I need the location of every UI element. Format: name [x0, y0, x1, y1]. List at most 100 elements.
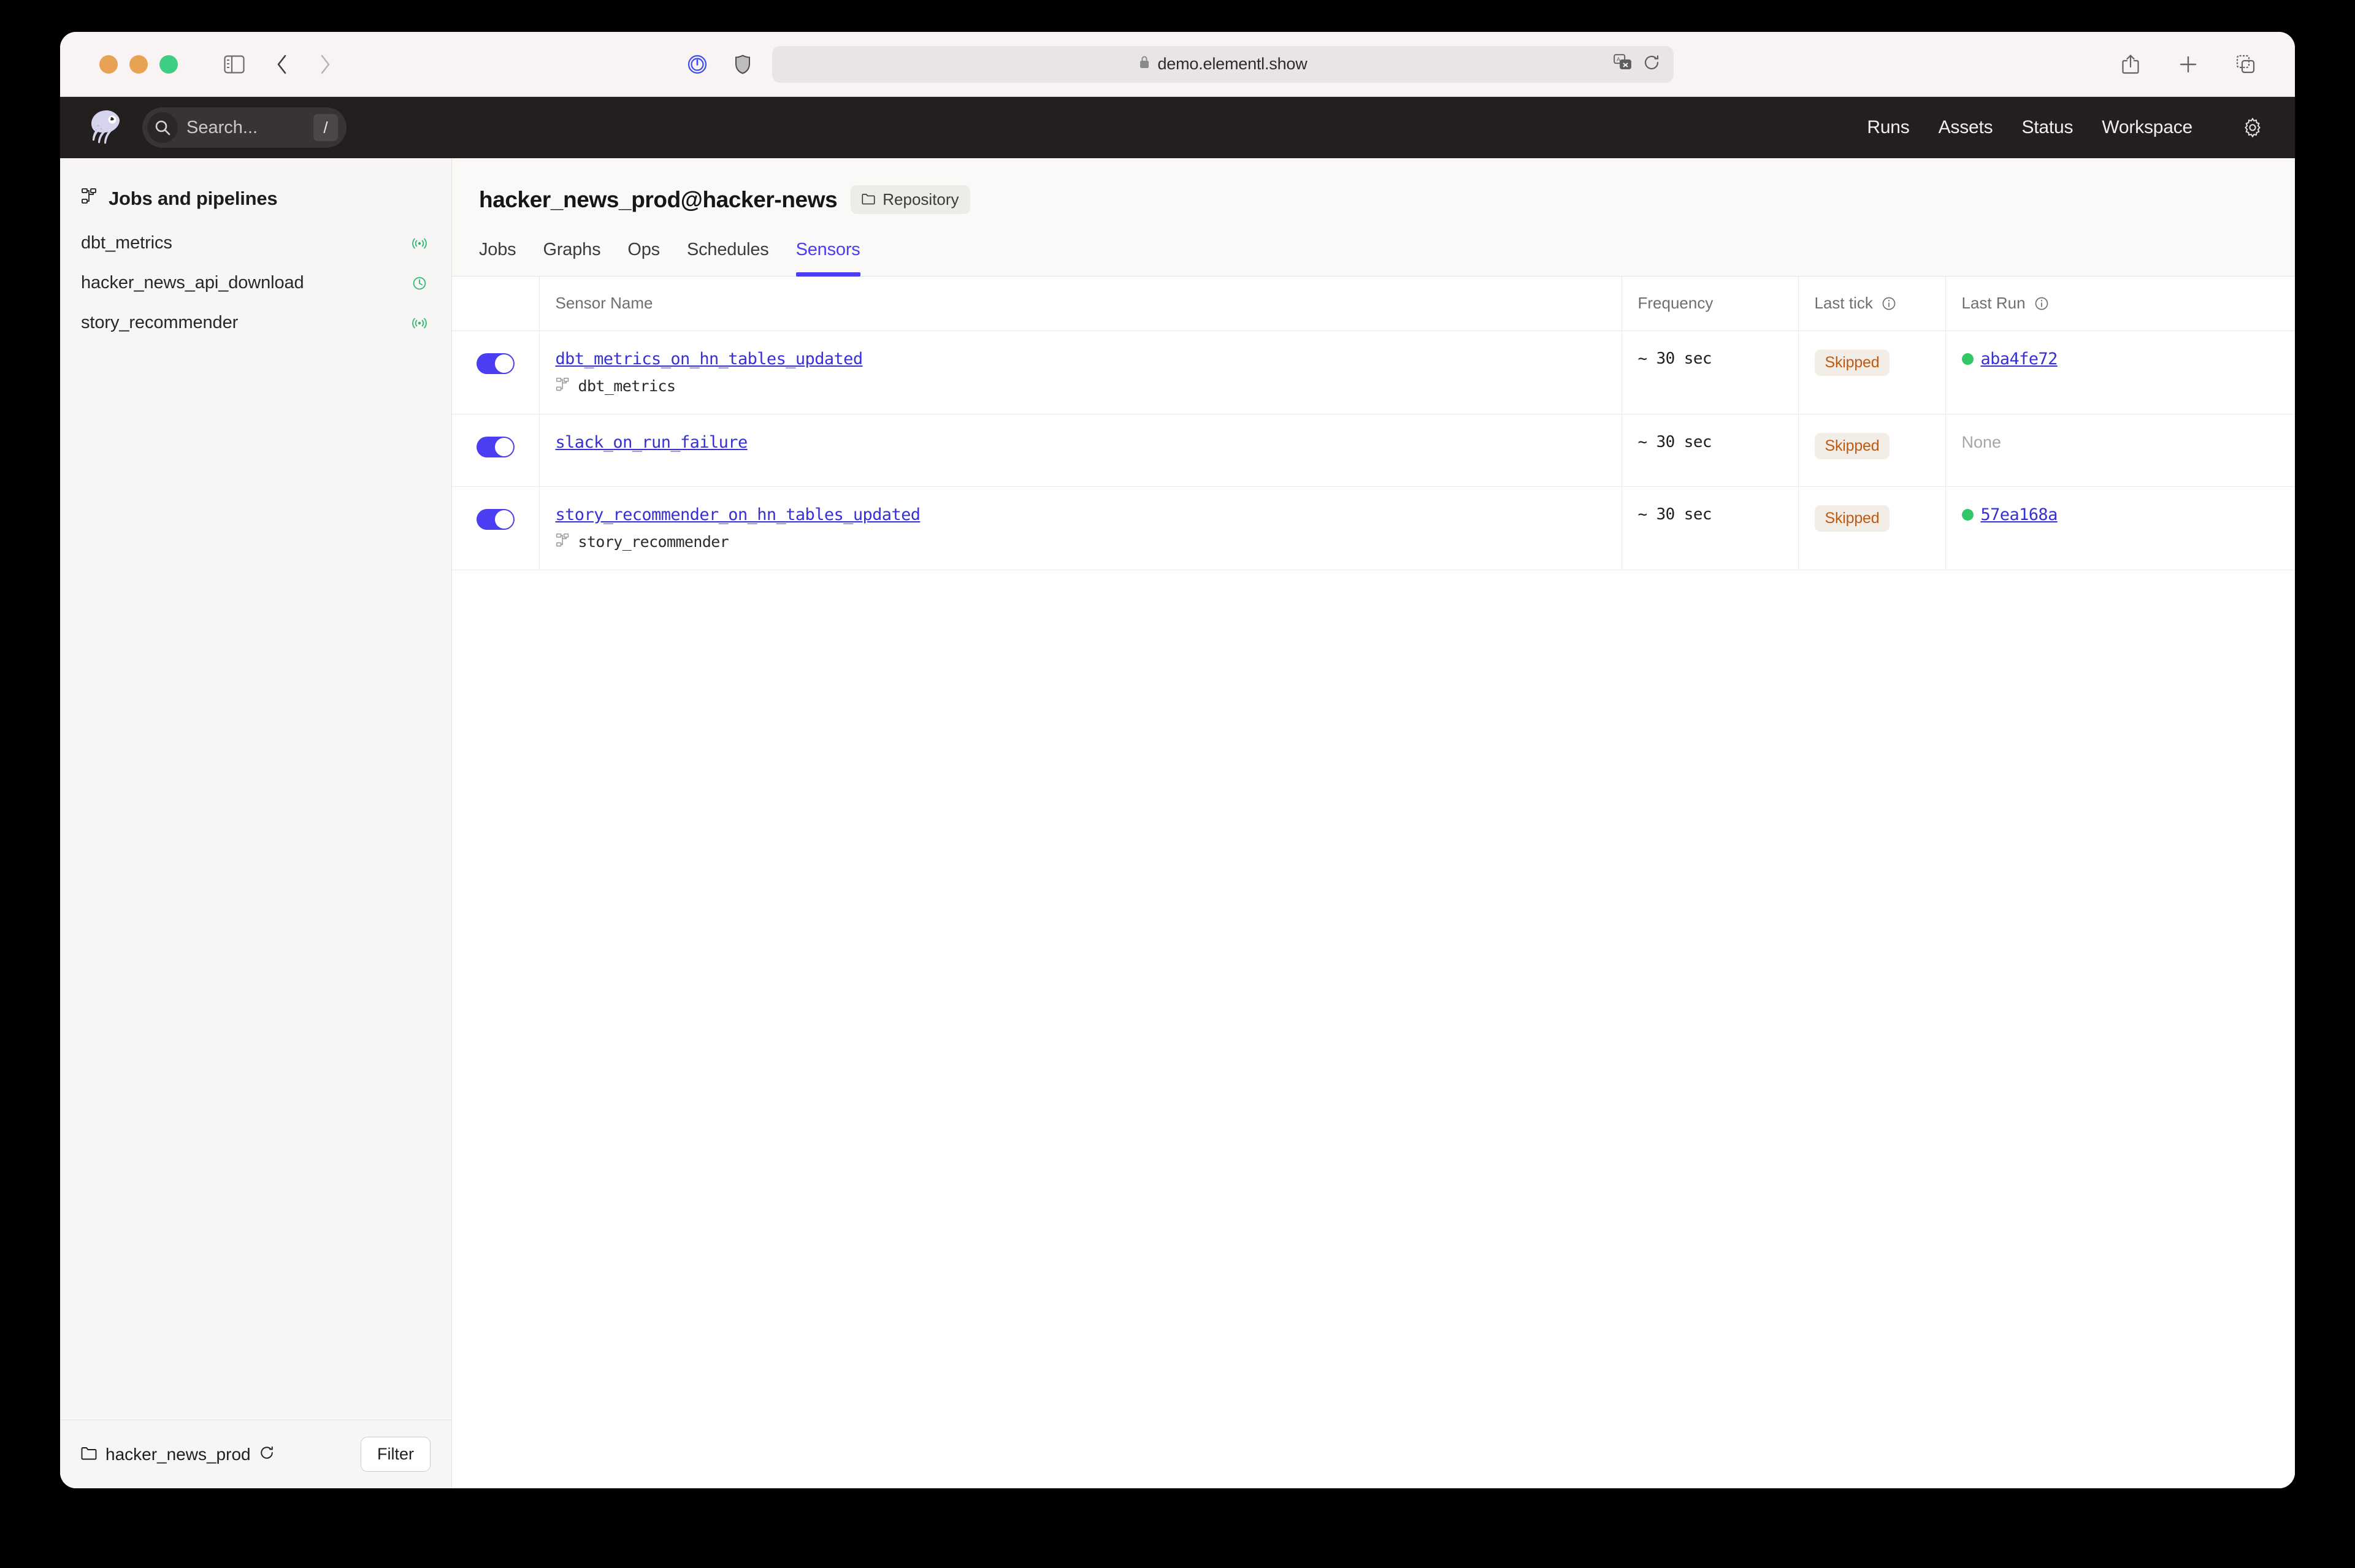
frequency-value: ~ 30 sec — [1638, 505, 1712, 524]
zoom-window-button[interactable] — [159, 55, 178, 74]
last-run-wrapper: 57ea168a — [1962, 505, 2296, 524]
job-graph-icon — [81, 188, 98, 210]
sidebar-item-dbt-metrics[interactable]: dbt_metrics — [60, 223, 451, 263]
cell-frequency: ~ 30 sec — [1622, 486, 1798, 570]
reload-icon[interactable] — [1643, 54, 1660, 74]
table-row: slack_on_run_failure ~ 30 sec Skipped No… — [452, 414, 2295, 486]
sensor-enable-toggle[interactable] — [477, 437, 515, 457]
job-graph-icon — [556, 377, 570, 396]
sensor-name-link[interactable]: story_recommender_on_hn_tables_updated — [556, 505, 1622, 524]
sidebar-section-title: Jobs and pipelines — [109, 188, 277, 210]
cell-last-tick: Skipped — [1798, 486, 1945, 570]
sidebar-job-list: dbt_metrics hacker_news_api_download — [60, 223, 451, 343]
cell-toggle — [452, 331, 539, 414]
tab-ops[interactable]: Ops — [627, 240, 660, 276]
sidebar-footer: hacker_news_prod Filter — [60, 1420, 451, 1488]
address-bar[interactable]: demo.elementl.show A — [772, 46, 1674, 83]
privacy-shield-icon[interactable] — [727, 48, 759, 80]
sensor-job-link[interactable]: story_recommender — [556, 533, 1622, 551]
table-row: dbt_metrics_on_hn_tables_updated — [452, 331, 2295, 414]
info-icon[interactable] — [1882, 296, 1896, 311]
tab-schedules[interactable]: Schedules — [687, 240, 769, 276]
run-status-dot — [1962, 353, 1974, 365]
nav-arrows — [265, 47, 342, 82]
sidebar-item-story-recommender[interactable]: story_recommender — [60, 303, 451, 343]
last-run-empty: None — [1962, 433, 2002, 451]
repository-name-label: hacker_news_prod — [105, 1445, 251, 1464]
url-bar-container: demo.elementl.show A — [60, 46, 2295, 83]
lock-icon — [1138, 55, 1151, 74]
sensor-name-link[interactable]: dbt_metrics_on_hn_tables_updated — [556, 350, 1622, 369]
sidebar-item-label: hacker_news_api_download — [81, 273, 412, 293]
close-window-button[interactable] — [99, 55, 118, 74]
sensor-enable-toggle[interactable] — [477, 353, 515, 374]
cell-toggle — [452, 486, 539, 570]
sensor-icon — [412, 316, 427, 330]
last-run-wrapper: aba4fe72 — [1962, 350, 2296, 369]
nav-item-workspace[interactable]: Workspace — [2102, 117, 2192, 138]
nav-item-runs[interactable]: Runs — [1867, 117, 1909, 138]
reader-view-icon[interactable] — [681, 48, 713, 80]
sidebar-item-label: dbt_metrics — [81, 233, 412, 253]
tab-bar: Jobs Graphs Ops Schedules Sensors — [479, 240, 2295, 276]
last-run-link[interactable]: aba4fe72 — [1981, 350, 2058, 369]
share-icon[interactable] — [2113, 47, 2148, 82]
cell-sensor-name: slack_on_run_failure — [539, 414, 1622, 486]
tab-sensors[interactable]: Sensors — [796, 240, 860, 276]
table-header-row: Sensor Name Frequency Last tick — [452, 277, 2295, 331]
translate-icon[interactable]: A — [1614, 54, 1632, 74]
cell-sensor-name: story_recommender_on_hn_tables_updated — [539, 486, 1622, 570]
sidebar: Jobs and pipelines dbt_metrics — [60, 158, 452, 1488]
status-badge: Skipped — [1815, 350, 1890, 376]
sensor-icon — [412, 237, 427, 250]
sensor-enable-toggle[interactable] — [477, 509, 515, 530]
cell-frequency: ~ 30 sec — [1622, 414, 1798, 486]
tab-graphs[interactable]: Graphs — [543, 240, 600, 276]
toolbar-right-actions — [2113, 47, 2269, 82]
cell-last-run: None — [1945, 414, 2295, 486]
page-header: hacker_news_prod@hacker-news Repository … — [452, 158, 2295, 277]
sensors-table-body: dbt_metrics_on_hn_tables_updated — [452, 331, 2295, 570]
cell-last-tick: Skipped — [1798, 414, 1945, 486]
run-status-dot — [1962, 509, 1974, 521]
sensor-job-label: story_recommender — [578, 533, 729, 551]
filter-button[interactable]: Filter — [361, 1437, 431, 1472]
back-arrow-icon[interactable] — [265, 47, 299, 82]
reload-icon[interactable] — [259, 1445, 274, 1464]
column-header-sensor-name: Sensor Name — [539, 277, 1622, 331]
gear-icon[interactable] — [2237, 112, 2268, 143]
sensors-table: Sensor Name Frequency Last tick — [452, 277, 2295, 570]
nav-item-assets[interactable]: Assets — [1939, 117, 1993, 138]
current-repository[interactable]: hacker_news_prod — [81, 1445, 274, 1464]
cell-frequency: ~ 30 sec — [1622, 331, 1798, 414]
last-run-link[interactable]: 57ea168a — [1981, 505, 2058, 524]
app-header: Search... / Runs Assets Status Workspace — [60, 97, 2295, 158]
column-header-label: Frequency — [1638, 294, 1714, 313]
table-row: story_recommender_on_hn_tables_updated — [452, 486, 2295, 570]
browser-window: demo.elementl.show A — [60, 32, 2295, 1488]
forward-arrow-icon[interactable] — [308, 47, 342, 82]
status-badge: Skipped — [1815, 433, 1890, 459]
info-icon[interactable] — [2034, 296, 2049, 311]
sensor-name-link[interactable]: slack_on_run_failure — [556, 433, 1622, 452]
address-bar-actions: A — [1614, 54, 1660, 74]
search-input[interactable]: Search... / — [142, 107, 347, 148]
sidebar-section-header: Jobs and pipelines — [60, 158, 451, 223]
search-icon — [147, 112, 178, 143]
minimize-window-button[interactable] — [129, 55, 148, 74]
column-header-last-tick: Last tick — [1798, 277, 1945, 331]
schedule-clock-icon — [412, 276, 427, 291]
new-tab-plus-icon[interactable] — [2171, 47, 2205, 82]
url-text: demo.elementl.show — [1157, 55, 1307, 74]
column-header-last-run: Last Run — [1945, 277, 2295, 331]
dagster-logo-icon[interactable] — [81, 101, 134, 154]
sidebar-toggle-icon[interactable] — [217, 47, 251, 82]
repository-badge-label: Repository — [883, 190, 959, 209]
tab-overview-icon[interactable] — [2229, 47, 2263, 82]
nav-item-status[interactable]: Status — [2021, 117, 2073, 138]
cell-last-tick: Skipped — [1798, 331, 1945, 414]
sidebar-item-hacker-news-api-download[interactable]: hacker_news_api_download — [60, 263, 451, 303]
header-nav: Runs Assets Status Workspace — [1867, 112, 2268, 143]
sensor-job-link[interactable]: dbt_metrics — [556, 377, 1622, 396]
tab-jobs[interactable]: Jobs — [479, 240, 516, 276]
